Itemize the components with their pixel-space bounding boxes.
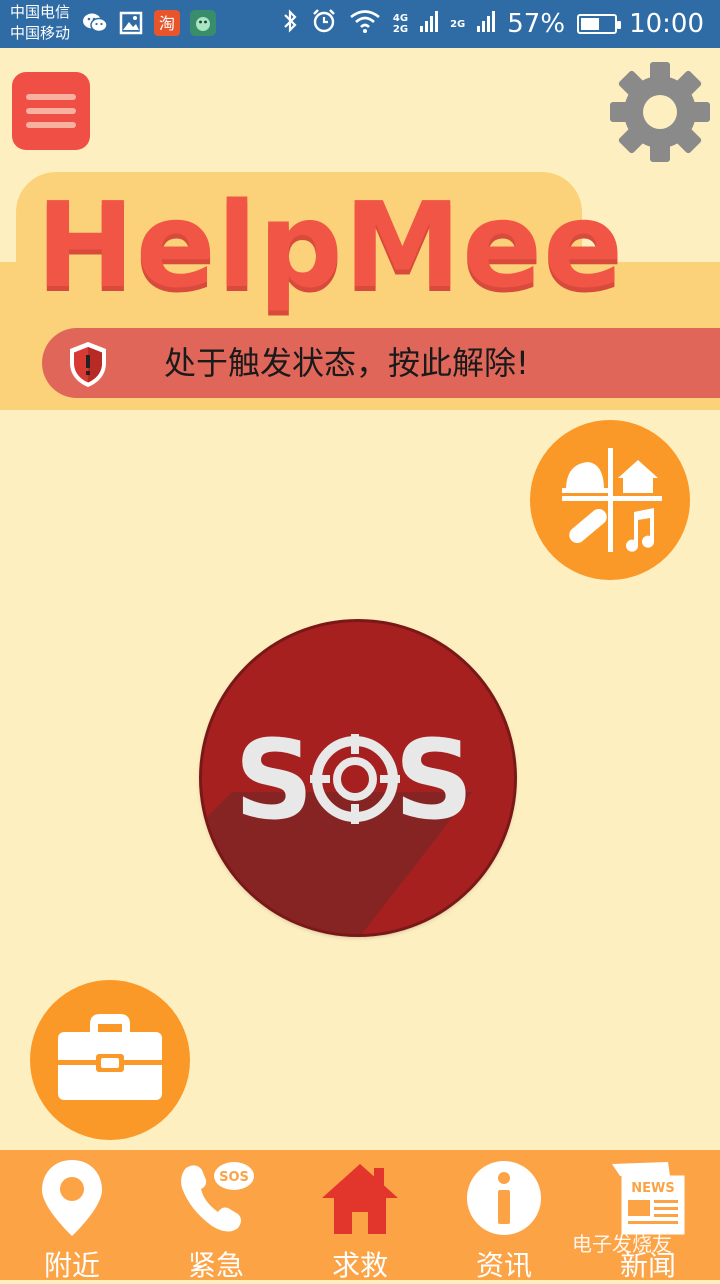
alert-text: 处于触发状态，按此解除! [164, 344, 529, 382]
bluetooth-icon [281, 8, 299, 41]
home-icon [320, 1158, 400, 1238]
bottom-navigation: 附近 SOS 紧急 求救 资讯 NEWS 新闻 [0, 1150, 720, 1282]
sos-letter-s2: S [394, 716, 473, 844]
phone-sos-icon: SOS [176, 1158, 256, 1238]
signal-1-icon [420, 8, 439, 41]
nav-label: 资讯 [475, 1249, 532, 1282]
news-icon: NEWS [608, 1158, 688, 1238]
nav-label: 求救 [331, 1249, 388, 1282]
status-bar: 中国电信 中国移动 淘 4G 2G 2G 57% 10:00 [0, 0, 720, 48]
network-1-top: 4G [392, 13, 409, 24]
status-right: 4G 2G 2G 57% 10:00 [281, 0, 704, 48]
sos-graphic: S S [202, 716, 474, 934]
battery-percent: 57% [507, 9, 566, 39]
wifi-icon [349, 9, 381, 40]
taobao-icon: 淘 [154, 10, 180, 36]
services-button[interactable] [530, 420, 690, 580]
location-pin-icon [32, 1158, 112, 1238]
menu-bar [26, 122, 76, 128]
toolkit-button[interactable] [30, 980, 190, 1140]
watermark: 电子发烧友 [572, 1232, 672, 1256]
signal-2-icon [477, 8, 496, 41]
nav-label: 紧急 [187, 1249, 244, 1282]
battery-icon [577, 14, 622, 34]
info-icon [464, 1158, 544, 1238]
menu-bar [26, 94, 76, 100]
menu-button[interactable] [12, 72, 90, 150]
nav-item-emergency[interactable]: SOS 紧急 [144, 1150, 288, 1282]
svg-text:SOS: SOS [219, 1170, 249, 1185]
briefcase-icon [58, 1014, 162, 1100]
sos-letter-s1: S [234, 716, 313, 844]
wechat-icon [82, 10, 108, 36]
gallery-icon [118, 10, 144, 36]
svg-text:淘: 淘 [159, 14, 175, 33]
nav-item-help[interactable]: 求救 [288, 1150, 432, 1282]
nav-item-nearby[interactable]: 附近 [0, 1150, 144, 1282]
network-1: 4G 2G [393, 13, 408, 35]
settings-gear-icon[interactable] [608, 60, 712, 164]
carrier-names: 中国电信 中国移动 [10, 2, 70, 44]
notification-icons: 淘 [82, 10, 216, 36]
svg-text:NEWS: NEWS [631, 1181, 674, 1196]
network-1-bottom: 2G [392, 24, 409, 35]
carrier-1: 中国电信 [10, 3, 71, 21]
clock: 10:00 [629, 9, 704, 39]
nav-label: 附近 [43, 1249, 100, 1282]
sos-button[interactable]: S S [202, 622, 514, 934]
alarm-icon [311, 8, 337, 41]
shield-alert-icon [62, 338, 114, 390]
app-logo: HelpMee [36, 176, 625, 314]
carrier-2: 中国移动 [10, 24, 71, 42]
nav-item-info[interactable]: 资讯 [432, 1150, 576, 1282]
nav-item-news[interactable]: NEWS 新闻 [576, 1150, 720, 1282]
menu-bar [26, 108, 76, 114]
alert-dismiss-bar[interactable]: 处于触发状态，按此解除! [42, 328, 720, 398]
battery-level [581, 18, 600, 30]
app-icon [190, 10, 216, 36]
network-2: 2G [450, 18, 466, 30]
services-icon [562, 448, 662, 552]
